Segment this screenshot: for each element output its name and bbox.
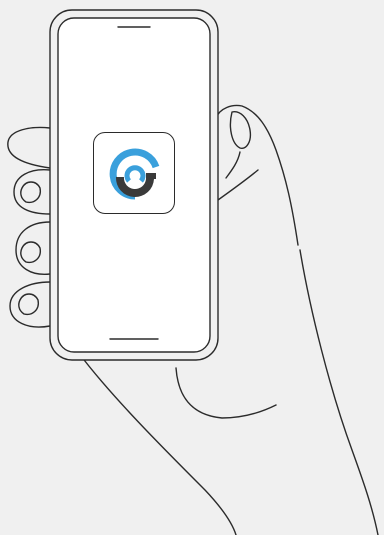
thumb-base-line — [217, 169, 259, 201]
arm-right-outline — [299, 249, 379, 535]
logo-inner-blue-ring — [124, 165, 146, 183]
finger-3 — [15, 221, 51, 275]
app-logo-icon — [109, 148, 160, 200]
hand-holding-phone-scene — [0, 0, 384, 535]
finger-2 — [13, 169, 51, 215]
hand-phone-illustration — [7, 9, 379, 535]
logo-dark-notch — [146, 173, 156, 179]
thumbnail — [229, 111, 252, 149]
fingernail-3 — [20, 241, 41, 264]
fingernail-2 — [20, 181, 41, 204]
finger-1 — [7, 126, 51, 169]
arm-left-outline — [77, 351, 237, 535]
wrist-crease — [175, 367, 277, 419]
thumb-joint-line — [225, 151, 241, 179]
app-icon-tile[interactable] — [93, 132, 175, 214]
finger-4 — [9, 281, 51, 328]
fingernail-4 — [18, 293, 39, 316]
